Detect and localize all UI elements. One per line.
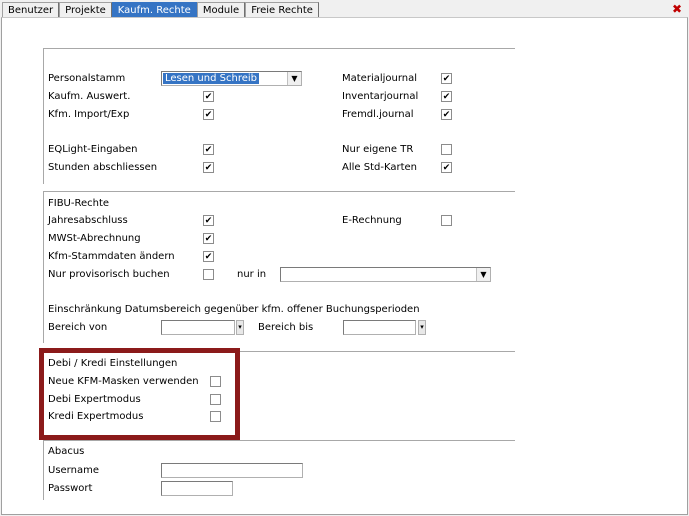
- eqlight-label: EQLight-Eingaben: [48, 144, 138, 155]
- inventarjournal-checkbox[interactable]: [441, 91, 452, 102]
- provisorisch-checkbox[interactable]: [203, 269, 214, 280]
- close-icon[interactable]: ✖: [670, 2, 684, 16]
- stunden-label: Stunden abschliessen: [48, 162, 158, 173]
- jahresabschluss-label: Jahresabschluss: [48, 215, 128, 226]
- provisorisch-label: Nur provisorisch buchen: [48, 269, 170, 280]
- personalstamm-value: Lesen und Schreib: [163, 73, 259, 84]
- username-field[interactable]: [161, 463, 303, 478]
- date-picker-icon[interactable]: ▾: [418, 320, 426, 335]
- bereich-von-label: Bereich von: [48, 322, 108, 333]
- bereich-bis-label: Bereich bis: [258, 322, 314, 333]
- nur-eigene-checkbox[interactable]: [441, 144, 452, 155]
- erechnung-checkbox[interactable]: [441, 215, 452, 226]
- highlight-frame: [39, 348, 240, 440]
- fremdl-checkbox[interactable]: [441, 109, 452, 120]
- jahresabschluss-checkbox[interactable]: [203, 215, 214, 226]
- fibu-title: FIBU-Rechte: [48, 198, 110, 209]
- kfm-import-label: Kfm. Import/Exp: [48, 109, 130, 120]
- mwst-checkbox[interactable]: [203, 233, 214, 244]
- passwort-field[interactable]: [161, 481, 233, 496]
- fremdl-label: Fremdl.journal: [342, 109, 414, 120]
- mwst-label: MWSt-Abrechnung: [48, 233, 141, 244]
- inventarjournal-label: Inventarjournal: [342, 91, 419, 102]
- eqlight-checkbox[interactable]: [203, 144, 214, 155]
- materialjournal-label: Materialjournal: [342, 73, 418, 84]
- kaufm-auswert-label: Kaufm. Auswert.: [48, 91, 131, 102]
- kfm-import-checkbox[interactable]: [203, 109, 214, 120]
- chevron-down-icon[interactable]: ▼: [476, 268, 490, 281]
- stammdaten-label: Kfm-Stammdaten ändern: [48, 251, 175, 262]
- bereich-von-field[interactable]: [161, 320, 235, 335]
- personalstamm-label: Personalstamm: [48, 73, 126, 84]
- nur-in-select[interactable]: ▼: [280, 267, 491, 282]
- bereich-bis-field[interactable]: [343, 320, 416, 335]
- passwort-label: Passwort: [48, 483, 93, 494]
- erechnung-label: E-Rechnung: [342, 215, 402, 226]
- stunden-checkbox[interactable]: [203, 162, 214, 173]
- personalstamm-select[interactable]: Lesen und Schreib ▼: [161, 71, 302, 86]
- einschraenkung-label: Einschränkung Datumsbereich gegenüber kf…: [48, 304, 420, 315]
- nur-in-label: nur in: [237, 269, 267, 280]
- nur-eigene-label: Nur eigene TR: [342, 144, 414, 155]
- abacus-title: Abacus: [48, 446, 85, 457]
- date-picker-icon[interactable]: ▾: [236, 320, 244, 335]
- materialjournal-checkbox[interactable]: [441, 73, 452, 84]
- alle-std-checkbox[interactable]: [441, 162, 452, 173]
- stammdaten-checkbox[interactable]: [203, 251, 214, 262]
- kaufm-auswert-checkbox[interactable]: [203, 91, 214, 102]
- alle-std-label: Alle Std-Karten: [342, 162, 417, 173]
- chevron-down-icon[interactable]: ▼: [287, 72, 301, 85]
- username-label: Username: [48, 465, 99, 476]
